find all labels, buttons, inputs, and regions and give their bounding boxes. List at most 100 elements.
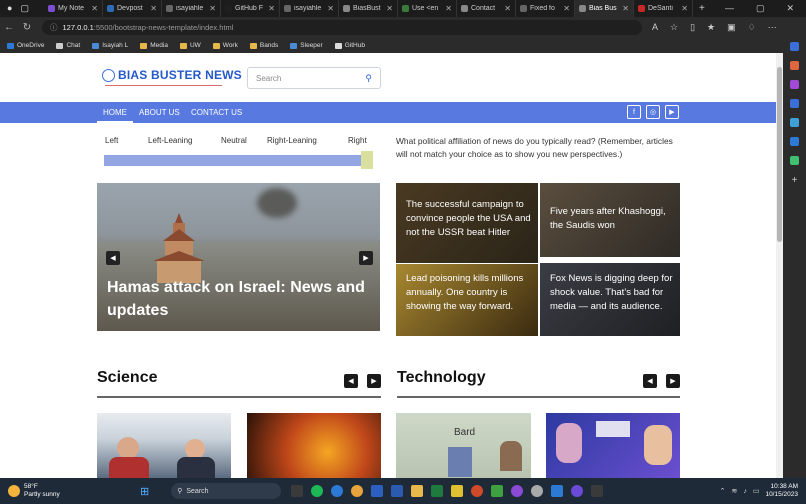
scrollbar[interactable] xyxy=(776,53,783,478)
weather-widget[interactable]: 58°F Partly sunny xyxy=(0,483,140,499)
edge-icon[interactable] xyxy=(331,485,344,497)
technology-prev-button[interactable]: ◀ xyxy=(643,374,657,388)
shopping-icon[interactable] xyxy=(790,61,799,70)
close-tab-icon[interactable]: ✕ xyxy=(327,4,334,13)
nav-contact[interactable]: CONTACT US xyxy=(191,108,242,117)
profile-icon[interactable]: ● xyxy=(7,3,12,14)
technology-thumb-1[interactable]: Bard xyxy=(396,413,531,478)
url-input[interactable]: ⓘ 127.0.0.1:5500/bootstrap-news-template… xyxy=(42,20,642,35)
tray-chevron-icon[interactable]: ⌃ xyxy=(720,487,726,495)
technology-next-button[interactable]: ▶ xyxy=(666,374,680,388)
teams-icon[interactable] xyxy=(511,485,524,497)
github-desktop-icon[interactable] xyxy=(531,485,544,497)
bookmark-item[interactable]: Bands xyxy=(249,42,278,49)
logo[interactable]: BIAS BUSTER NEWS xyxy=(102,68,242,82)
bias-slider-track[interactable] xyxy=(104,155,362,166)
hero-title[interactable]: Hamas attack on Israel: News and updates xyxy=(107,276,367,322)
photos-icon[interactable] xyxy=(591,485,604,497)
new-tab-icon[interactable]: + xyxy=(699,3,705,14)
nav-about[interactable]: ABOUT US xyxy=(139,108,180,117)
browser-tab[interactable]: isayiahle ✕ xyxy=(280,0,339,17)
scrollbar-thumb[interactable] xyxy=(777,67,782,242)
search-icon[interactable]: ⚲ xyxy=(365,73,372,84)
minecraft-icon[interactable] xyxy=(491,485,504,497)
close-tab-icon[interactable]: ✕ xyxy=(386,4,393,13)
split-screen-icon[interactable]: ▯ xyxy=(690,22,695,33)
technology-thumb-2[interactable] xyxy=(546,413,680,478)
browser-tab[interactable]: Use <en ✕ xyxy=(398,0,457,17)
browser-tab[interactable]: Devpost ✕ xyxy=(103,0,162,17)
bookmark-item[interactable]: GitHub xyxy=(334,42,365,49)
add-sidebar-icon[interactable]: + xyxy=(792,175,798,186)
news-card-3[interactable]: Lead poisoning kills millions annually. … xyxy=(396,264,538,336)
favorite-icon[interactable]: ☆ xyxy=(670,22,678,33)
facebook-icon[interactable]: f xyxy=(627,105,641,119)
search-input[interactable]: Search ⚲ xyxy=(247,67,381,89)
maximize-icon[interactable]: ▢ xyxy=(756,3,765,14)
clock[interactable]: 10:38 AM 10/15/2023 xyxy=(765,483,798,499)
vscode-icon[interactable] xyxy=(551,485,564,497)
sticky-notes-icon[interactable] xyxy=(451,485,464,497)
bookmark-item[interactable]: Sleeper xyxy=(290,42,323,49)
news-card-4[interactable]: Fox News is digging deep for shock value… xyxy=(540,263,680,336)
bookmark-item[interactable]: UW xyxy=(179,42,201,49)
browser-tab[interactable]: Bias Bus ✕ xyxy=(575,0,634,17)
news-card-1[interactable]: The successful campaign to convince peop… xyxy=(396,183,538,263)
bookmark-item[interactable]: OneDrive xyxy=(7,42,44,49)
browser-tab[interactable]: Contact ✕ xyxy=(457,0,516,17)
science-thumb-2[interactable] xyxy=(247,413,381,478)
tab-actions-icon[interactable]: ▢ xyxy=(20,3,29,14)
favorites-icon[interactable]: ★ xyxy=(707,22,715,33)
search-sidebar-icon[interactable] xyxy=(790,42,799,51)
nav-home[interactable]: HOME xyxy=(103,108,127,117)
excel-icon[interactable] xyxy=(431,485,444,497)
bookmark-item[interactable]: Chat xyxy=(56,42,80,49)
media-player-icon[interactable] xyxy=(571,485,584,497)
youtube-icon[interactable]: ▶ xyxy=(665,105,679,119)
browser-tab[interactable]: DeSanti ✕ xyxy=(634,0,693,17)
close-tab-icon[interactable]: ✕ xyxy=(504,4,511,13)
close-tab-icon[interactable]: ✕ xyxy=(209,4,216,13)
hero-carousel[interactable]: Hamas attack on Israel: News and updates… xyxy=(97,183,380,331)
science-next-button[interactable]: ▶ xyxy=(367,374,381,388)
file-explorer-icon[interactable] xyxy=(411,485,424,497)
bookmark-item[interactable]: Media xyxy=(140,42,168,49)
drop-icon[interactable] xyxy=(790,156,799,165)
refresh-icon[interactable]: ↻ xyxy=(18,22,36,33)
hero-next-button[interactable]: ▶ xyxy=(359,251,373,265)
hero-prev-button[interactable]: ◀ xyxy=(106,251,120,265)
battery-icon[interactable]: ▭ xyxy=(753,487,760,495)
instagram-icon[interactable]: ◎ xyxy=(646,105,660,119)
browser-tab[interactable]: Fixed fo ✕ xyxy=(516,0,575,17)
close-tab-icon[interactable]: ✕ xyxy=(91,4,98,13)
close-tab-icon[interactable]: ✕ xyxy=(681,4,688,13)
close-window-icon[interactable]: ✕ xyxy=(786,3,794,14)
browser-tab[interactable]: GitHub F ✕ xyxy=(221,0,280,17)
browser-tab[interactable]: My Note ✕ xyxy=(44,0,103,17)
bookmark-item[interactable]: Work xyxy=(212,42,238,49)
outlook-icon[interactable] xyxy=(371,485,384,497)
close-tab-icon[interactable]: ✕ xyxy=(268,4,275,13)
close-tab-icon[interactable]: ✕ xyxy=(563,4,570,13)
minimize-icon[interactable]: — xyxy=(725,3,734,14)
browser-tab[interactable]: BiasBust ✕ xyxy=(339,0,398,17)
chrome-icon[interactable] xyxy=(351,485,364,497)
news-card-2[interactable]: Five years after Khashoggi, the Saudis w… xyxy=(540,183,680,257)
task-view-icon[interactable] xyxy=(291,485,304,497)
wifi-icon[interactable]: ≋ xyxy=(731,487,737,495)
office-icon[interactable] xyxy=(790,118,799,127)
games-icon[interactable] xyxy=(790,99,799,108)
volume-icon[interactable]: ♪ xyxy=(743,488,747,495)
bookmark-item[interactable]: Isayiah L xyxy=(92,42,128,49)
browser-tab[interactable]: isayiahle ✕ xyxy=(162,0,221,17)
read-aloud-icon[interactable]: A xyxy=(652,22,658,33)
science-prev-button[interactable]: ◀ xyxy=(344,374,358,388)
science-thumb-1[interactable] xyxy=(97,413,231,478)
word-icon[interactable] xyxy=(391,485,404,497)
tools-icon[interactable] xyxy=(790,80,799,89)
outlook-icon[interactable] xyxy=(790,137,799,146)
extensions-icon[interactable]: ♢ xyxy=(748,22,756,33)
close-tab-icon[interactable]: ✕ xyxy=(622,4,629,13)
collections-icon[interactable]: ▣ xyxy=(727,22,736,33)
spotify-icon[interactable] xyxy=(311,485,324,497)
